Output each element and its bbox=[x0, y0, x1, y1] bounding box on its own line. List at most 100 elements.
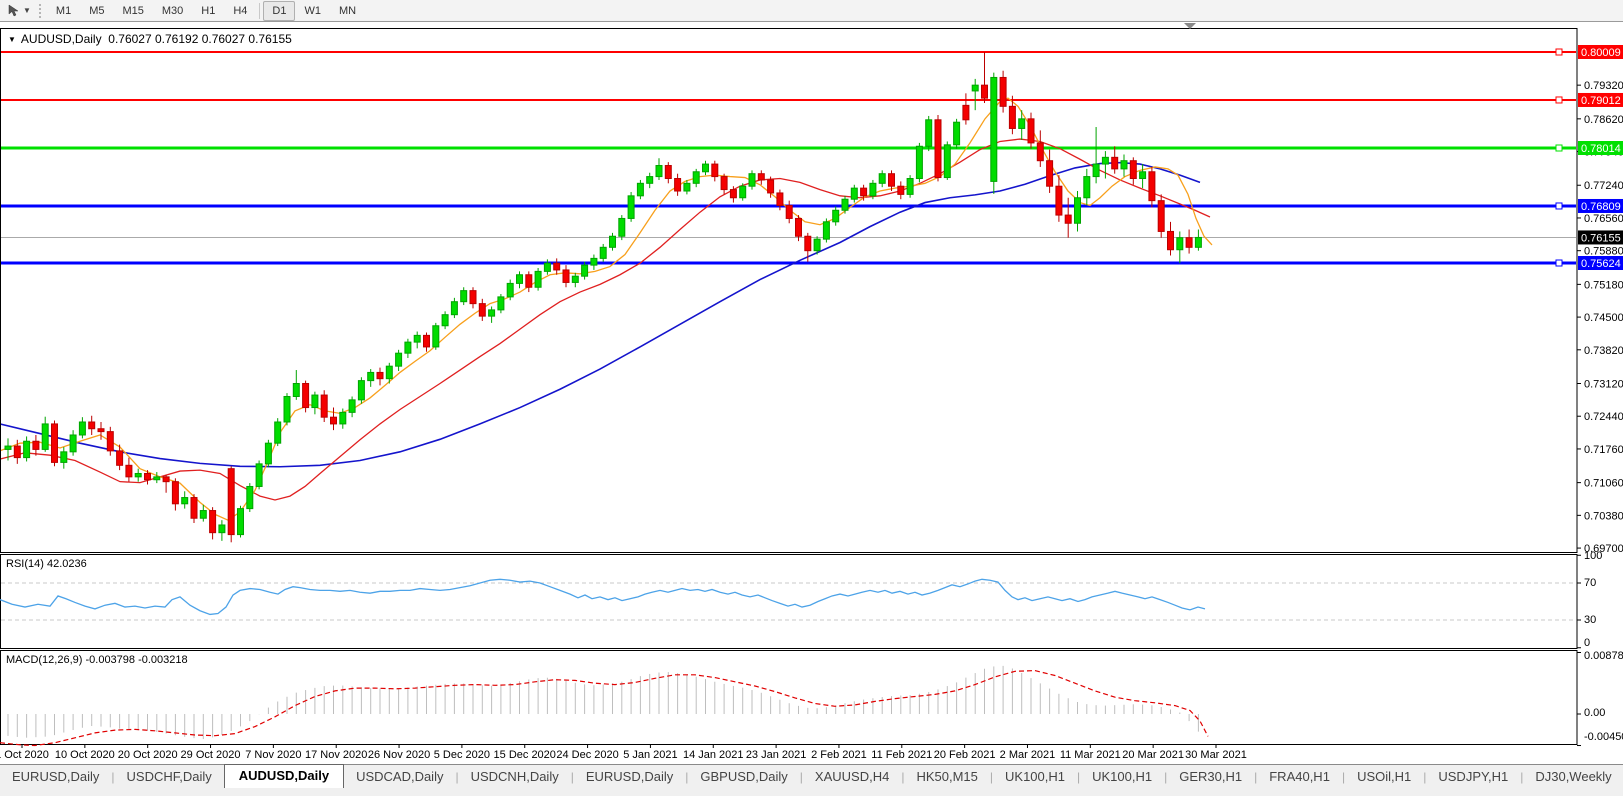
level-line-handle[interactable] bbox=[1555, 202, 1563, 210]
chart-tab-usoil-h1[interactable]: USOil,H1 bbox=[1345, 766, 1423, 788]
macd-axis-label: 0.00 bbox=[1584, 707, 1605, 719]
timeframe-button-mn[interactable]: MN bbox=[330, 1, 365, 21]
candle-body bbox=[692, 171, 700, 184]
chart-tab-uk100-h1[interactable]: UK100,H1 bbox=[1080, 766, 1164, 788]
candle-body bbox=[274, 421, 282, 444]
toolbar-grip[interactable] bbox=[38, 3, 41, 18]
candle-body bbox=[627, 195, 635, 219]
candle-body bbox=[1120, 160, 1128, 170]
candle-body bbox=[441, 314, 449, 327]
macd-axis-label: -0.004503 bbox=[1584, 731, 1623, 743]
candle-body bbox=[1083, 176, 1091, 199]
timeframe-button-h1[interactable]: H1 bbox=[192, 1, 224, 21]
badge-value: 0.78014 bbox=[1581, 143, 1621, 155]
candle-body bbox=[264, 442, 272, 465]
candle-body bbox=[618, 217, 626, 237]
candle-body bbox=[13, 445, 21, 459]
date-axis-label: 11 Mar 2021 bbox=[1060, 749, 1121, 761]
candle-body bbox=[162, 476, 170, 483]
candle-body bbox=[525, 274, 533, 288]
chart-tab-fra40-h1[interactable]: FRA40,H1 bbox=[1257, 766, 1342, 788]
date-axis-label: 7 Nov 2020 bbox=[245, 749, 301, 761]
candle-body bbox=[432, 325, 440, 348]
level-line-handle[interactable] bbox=[1555, 144, 1563, 152]
level-line-handle[interactable] bbox=[1555, 96, 1563, 104]
date-axis-label: 5 Dec 2020 bbox=[434, 749, 490, 761]
candle-body bbox=[348, 399, 356, 413]
chart-tab-dj30-weekly[interactable]: DJ30,Weekly bbox=[1523, 766, 1623, 788]
macd-panel bbox=[0, 650, 1578, 745]
candle bbox=[246, 483, 254, 512]
tool-dropdown-caret-icon[interactable]: ▼ bbox=[23, 6, 31, 15]
candle-body bbox=[813, 238, 821, 252]
timeframe-buttons: M1 M5 M15 M30 H1 H4 D1 W1 MN bbox=[47, 0, 365, 21]
timeframe-button-m30[interactable]: M30 bbox=[153, 1, 192, 21]
timeframe-button-d1[interactable]: D1 bbox=[263, 0, 296, 21]
timeframe-button-w1[interactable]: W1 bbox=[295, 1, 330, 21]
candle-body bbox=[1101, 156, 1109, 165]
chart-tab-ger30-h1[interactable]: GER30,H1 bbox=[1167, 766, 1254, 788]
candle-body bbox=[339, 411, 347, 425]
chart-tab-gbpusd-daily[interactable]: GBPUSD,Daily bbox=[688, 766, 799, 788]
candle-body bbox=[506, 282, 514, 298]
chart-title: ▼ AUDUSD,Daily 0.76027 0.76192 0.76027 0.… bbox=[8, 32, 292, 46]
price-line-badge: 0.80009 bbox=[1578, 45, 1623, 59]
cursor-tool-icon[interactable] bbox=[3, 2, 23, 20]
candle-body bbox=[962, 104, 970, 121]
chart-tab-uk100-h1[interactable]: UK100,H1 bbox=[993, 766, 1077, 788]
candle-body bbox=[990, 76, 998, 182]
rsi-axis-label: 30 bbox=[1584, 614, 1596, 626]
chart-tab-audusd-daily[interactable]: AUDUSD,Daily bbox=[223, 764, 345, 788]
candle-body bbox=[869, 182, 877, 197]
timeframe-button-m5[interactable]: M5 bbox=[80, 1, 113, 21]
candle-body bbox=[1008, 105, 1016, 129]
price-axis-label: 0.70380 bbox=[1584, 510, 1623, 522]
candle-body bbox=[1157, 200, 1165, 232]
chart-tab-hk50-m15[interactable]: HK50,M15 bbox=[904, 766, 989, 788]
candle-body bbox=[757, 173, 765, 181]
date-axis-label: 30 Mar 2021 bbox=[1185, 749, 1247, 761]
price-axis-label: 0.75180 bbox=[1584, 279, 1623, 291]
collapse-triangle-icon[interactable]: ▼ bbox=[8, 35, 16, 44]
chart-tab-usdjpy-h1[interactable]: USDJPY,H1 bbox=[1426, 766, 1520, 788]
chart-tab-xauusd-h4[interactable]: XAUUSD,H4 bbox=[803, 766, 901, 788]
candle-body bbox=[357, 380, 365, 401]
candle-body bbox=[51, 423, 58, 463]
chart-tab-usdchf-daily[interactable]: USDCHF,Daily bbox=[115, 766, 224, 788]
candle bbox=[357, 377, 365, 404]
candle-body bbox=[702, 163, 709, 173]
candle-body bbox=[767, 179, 775, 194]
chart-tab-eurusd-daily[interactable]: EURUSD,Daily bbox=[0, 766, 111, 788]
date-axis-label: 15 Dec 2020 bbox=[494, 749, 556, 761]
candle-body bbox=[878, 173, 886, 184]
level-line-handle[interactable] bbox=[1555, 259, 1563, 267]
level-line-handle[interactable] bbox=[1555, 48, 1563, 56]
timeframe-button-m15[interactable]: M15 bbox=[113, 1, 152, 21]
candle-body bbox=[1064, 214, 1072, 224]
candle-body bbox=[292, 382, 300, 397]
candle-body bbox=[655, 165, 663, 178]
date-axis-label: 14 Jan 2021 bbox=[683, 749, 744, 761]
candle-body bbox=[125, 464, 133, 478]
date-axis-label: 24 Dec 2020 bbox=[556, 749, 618, 761]
candle-body bbox=[804, 235, 812, 252]
candle-body bbox=[832, 209, 840, 223]
chart-tab-eurusd-daily[interactable]: EURUSD,Daily bbox=[574, 766, 685, 788]
candle-body bbox=[822, 221, 830, 240]
chart-canvas[interactable]: 0.793200.786200.779400.772400.765600.758… bbox=[0, 0, 1623, 796]
rsi-axis-label: 70 bbox=[1584, 577, 1596, 589]
candle bbox=[822, 218, 830, 243]
candle-body bbox=[981, 84, 988, 99]
candle-body bbox=[395, 352, 403, 367]
chart-tab-usdcnh-daily[interactable]: USDCNH,Daily bbox=[459, 766, 571, 788]
candle-body bbox=[590, 257, 598, 266]
candle-body bbox=[1185, 237, 1193, 248]
chart-tab-usdcad-daily[interactable]: USDCAD,Daily bbox=[344, 766, 455, 788]
candle-body bbox=[209, 510, 217, 534]
badge-value: 0.75624 bbox=[1581, 258, 1621, 270]
timeframe-button-m1[interactable]: M1 bbox=[47, 1, 80, 21]
timeframe-button-h4[interactable]: H4 bbox=[224, 1, 256, 21]
badge-value: 0.76809 bbox=[1581, 201, 1621, 213]
candle bbox=[255, 460, 263, 490]
candle-body bbox=[934, 119, 942, 179]
